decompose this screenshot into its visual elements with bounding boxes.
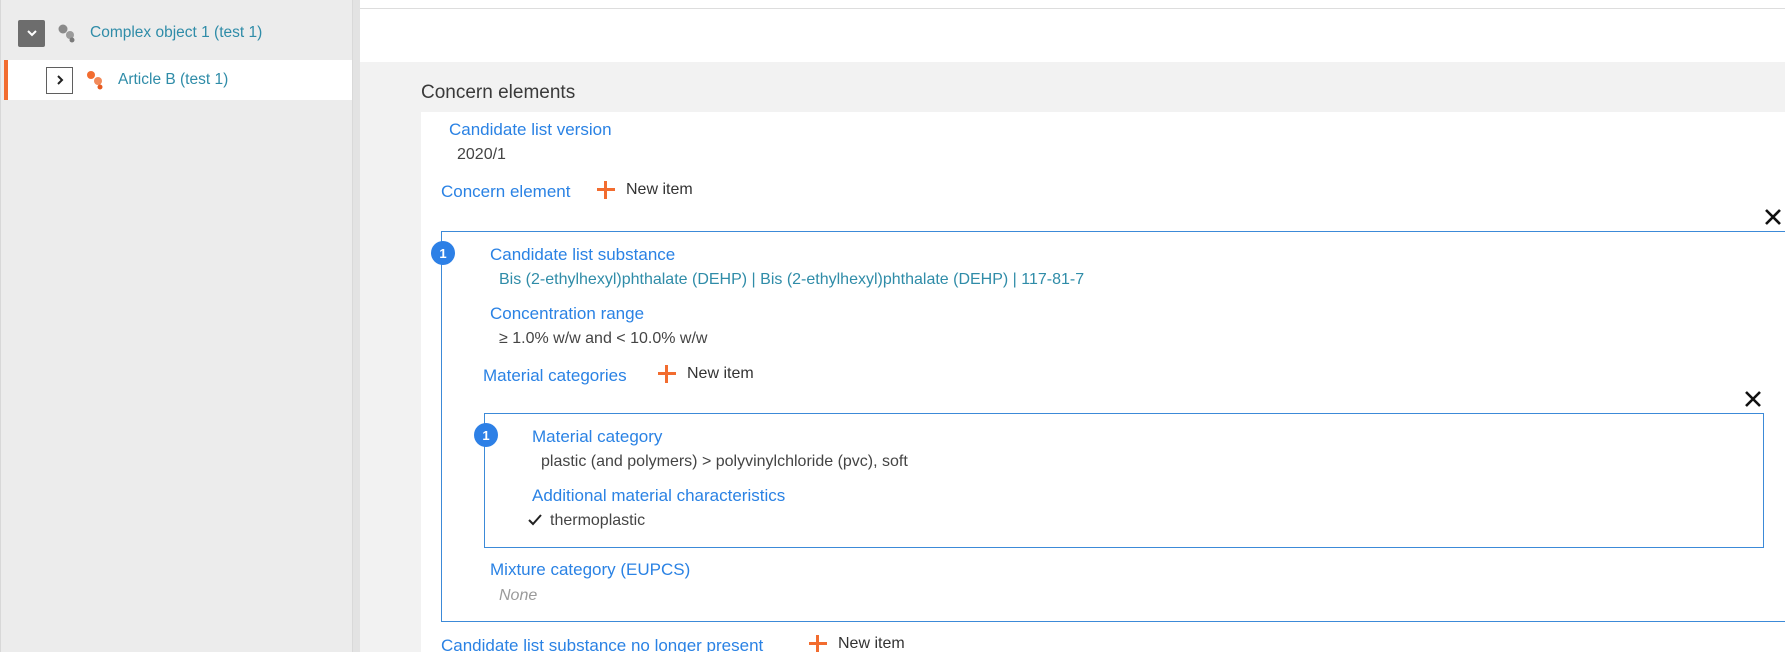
top-bar — [360, 0, 1785, 9]
gear-cluster-icon — [58, 24, 75, 43]
section-title: Concern elements — [421, 82, 576, 103]
tree-node-article-b[interactable]: Article B (test 1) — [4, 60, 352, 100]
candidate-substance-value[interactable]: Bis (2-ethylhexyl)phthalate (DEHP) | Bis… — [499, 271, 1084, 289]
mixture-category-label: Mixture category (EUPCS) — [490, 560, 691, 579]
plus-icon — [597, 181, 615, 199]
material-categories-new-item-button[interactable]: New item — [658, 365, 754, 383]
new-item-label: New item — [626, 181, 693, 198]
plus-icon — [658, 365, 676, 383]
candidate-list-version-value: 2020/1 — [457, 146, 506, 163]
close-icon[interactable] — [1762, 206, 1784, 228]
concern-element-new-item-button[interactable]: New item — [597, 181, 693, 199]
new-item-label: New item — [838, 635, 905, 652]
sidebar-resize-handle[interactable] — [352, 0, 360, 652]
mixture-category-value: None — [499, 587, 538, 604]
candidate-substance-label: Candidate list substance — [490, 245, 676, 264]
item-index-badge: 1 — [431, 241, 455, 265]
tree-node-complex-object[interactable]: Complex object 1 (test 1) — [4, 14, 352, 52]
no-longer-present-new-item-button[interactable]: New item — [809, 635, 905, 652]
material-categories-label: Material categories — [483, 366, 627, 385]
tree-label-article-b[interactable]: Article B (test 1) — [118, 71, 228, 89]
material-item-index-badge: 1 — [474, 423, 498, 447]
material-category-label: Material category — [532, 427, 663, 446]
additional-characteristics-label: Additional material characteristics — [532, 486, 786, 505]
chevron-right-icon[interactable] — [46, 66, 73, 94]
no-longer-present-label: Candidate list substance no longer prese… — [441, 636, 764, 652]
candidate-list-version-label: Candidate list version — [449, 120, 612, 139]
checkmark-icon — [528, 514, 542, 526]
chevron-down-icon[interactable] — [18, 19, 45, 47]
concern-element-label: Concern element — [441, 182, 571, 201]
close-icon[interactable] — [1742, 388, 1764, 410]
article-icon — [87, 71, 103, 90]
material-category-value: plastic (and polymers) > polyvinylchlori… — [541, 453, 908, 470]
additional-characteristics-value: thermoplastic — [550, 512, 646, 529]
concentration-range-value: ≥ 1.0% w/w and < 10.0% w/w — [499, 330, 708, 347]
plus-icon — [809, 635, 827, 652]
material-item-box — [484, 413, 1764, 548]
concentration-range-label: Concentration range — [490, 304, 645, 323]
new-item-label: New item — [687, 365, 754, 382]
tree-label-complex-object[interactable]: Complex object 1 (test 1) — [90, 24, 262, 42]
